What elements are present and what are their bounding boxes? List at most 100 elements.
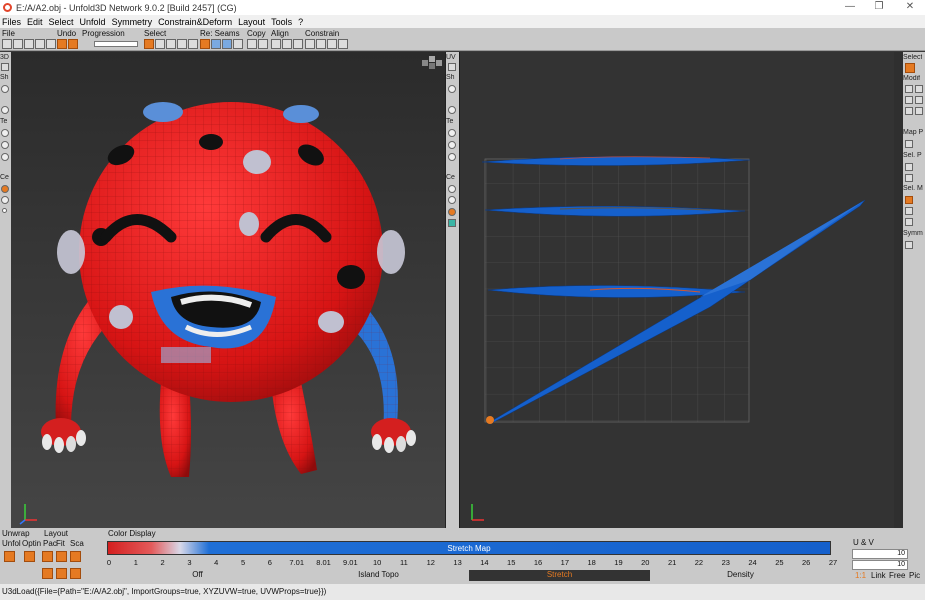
app-logo-icon: [3, 3, 12, 12]
sel-mode-edge-icon[interactable]: [905, 207, 913, 215]
align-center-icon[interactable]: [282, 39, 292, 49]
menu-symmetry[interactable]: Symmetry: [112, 17, 153, 27]
scale-options-button[interactable]: [70, 568, 81, 579]
mode-density[interactable]: Density: [650, 570, 831, 581]
uv-texture-grid-icon[interactable]: [448, 153, 456, 161]
pin-icon[interactable]: [305, 39, 315, 49]
scale-button[interactable]: [70, 551, 81, 562]
ratio-label[interactable]: 1:1: [855, 571, 866, 580]
menu-files[interactable]: Files: [2, 17, 21, 27]
constrain-axis-icon[interactable]: [327, 39, 337, 49]
fit-button[interactable]: [56, 551, 67, 562]
stretch-tick-label: 3: [187, 558, 192, 567]
select-cancel-icon[interactable]: [144, 39, 154, 49]
select-arrow-icon[interactable]: [905, 63, 915, 73]
select-invert-icon[interactable]: [166, 39, 176, 49]
toolbar-group-file: File: [2, 29, 15, 38]
mode-stretch[interactable]: Stretch: [469, 570, 650, 581]
optimize-button[interactable]: [24, 551, 35, 562]
uv-color-icon[interactable]: [448, 219, 456, 227]
texture-grid-icon[interactable]: [1, 153, 9, 161]
uv-texture-sphere-icon[interactable]: [448, 129, 456, 137]
weld-seams-icon[interactable]: [211, 39, 221, 49]
symmetry-icon[interactable]: [905, 241, 913, 249]
sel-mode-vertex-icon[interactable]: [905, 218, 913, 226]
sel-mode-icon[interactable]: [905, 196, 913, 204]
redo-icon[interactable]: [68, 39, 78, 49]
uv-view-reset-icon[interactable]: [448, 63, 456, 71]
center-frame-icon[interactable]: [1, 196, 9, 204]
select-all-icon[interactable]: [155, 39, 165, 49]
relax-icon[interactable]: [915, 107, 923, 115]
sel-poly-grow-icon[interactable]: [905, 174, 913, 182]
viewport-3d[interactable]: [11, 52, 446, 528]
texture-checker-icon[interactable]: [1, 141, 9, 149]
view-reset-icon[interactable]: [1, 63, 9, 71]
copy-icon[interactable]: [247, 39, 257, 49]
straighten-icon[interactable]: [905, 107, 913, 115]
menu-unfold[interactable]: Unfold: [80, 17, 106, 27]
open-file-icon[interactable]: [2, 39, 12, 49]
uv-center-icon[interactable]: [448, 185, 456, 193]
sel-poly-icon[interactable]: [905, 163, 913, 171]
menu-select[interactable]: Select: [49, 17, 74, 27]
save-as-icon[interactable]: [24, 39, 34, 49]
select-grow-icon[interactable]: [177, 39, 187, 49]
viewport-uv[interactable]: [459, 52, 894, 528]
label-uv-texture: Te: [446, 118, 454, 125]
shading-wire-icon[interactable]: [1, 106, 9, 114]
menu-tools[interactable]: Tools: [271, 17, 292, 27]
v-value-field[interactable]: 10: [852, 560, 908, 570]
scale-icon[interactable]: [905, 96, 913, 104]
unfold-button[interactable]: [4, 551, 15, 562]
unpin-icon[interactable]: [316, 39, 326, 49]
constrain-edge-icon[interactable]: [338, 39, 348, 49]
shading-sphere-icon[interactable]: [1, 85, 9, 93]
menu-help[interactable]: ?: [298, 17, 303, 27]
paste-icon[interactable]: [258, 39, 268, 49]
mode-off[interactable]: Off: [107, 570, 288, 581]
restore-icon[interactable]: ❐: [864, 0, 894, 15]
layout-tab[interactable]: Layout: [44, 529, 68, 538]
unwrap-tab[interactable]: Unwrap: [2, 529, 30, 538]
pack-button[interactable]: [42, 551, 53, 562]
align-right-icon[interactable]: [293, 39, 303, 49]
stretch-tick-label: 6: [267, 558, 272, 567]
align-left-icon[interactable]: [271, 39, 281, 49]
map-planar-icon[interactable]: [905, 140, 913, 148]
uv-texture-checker-icon[interactable]: [448, 141, 456, 149]
pic-button[interactable]: Pic: [909, 571, 920, 580]
u-value-field[interactable]: 10: [852, 549, 908, 559]
uv-center-frame-icon[interactable]: [448, 196, 456, 204]
save-icon[interactable]: [13, 39, 23, 49]
uv-shading-wire-icon[interactable]: [448, 106, 456, 114]
color-display-tab[interactable]: Color Display: [108, 529, 156, 538]
link-button[interactable]: Link: [871, 571, 886, 580]
mode-island-topo[interactable]: Island Topo: [288, 570, 469, 581]
stretch-tick-label: 24: [748, 558, 757, 567]
cut-seams-icon[interactable]: [200, 39, 210, 49]
menu-layout[interactable]: Layout: [238, 17, 265, 27]
texture-sphere-icon[interactable]: [1, 129, 9, 137]
toolbar-group-copy: Copy: [247, 29, 266, 38]
pack-options-button[interactable]: [42, 568, 53, 579]
flip-icon[interactable]: [915, 96, 923, 104]
menu-constrain-deform[interactable]: Constrain&Deform: [158, 17, 232, 27]
center-dot-icon[interactable]: [2, 208, 7, 213]
select-shrink-icon[interactable]: [188, 39, 198, 49]
uv-shading-sphere-icon[interactable]: [448, 85, 456, 93]
export-icon[interactable]: [46, 39, 56, 49]
free-button[interactable]: Free: [889, 571, 905, 580]
center-pivot-icon[interactable]: [1, 185, 9, 193]
uv-center-pivot-icon[interactable]: [448, 208, 456, 216]
seam-tool-icon[interactable]: [233, 39, 243, 49]
fit-options-button[interactable]: [56, 568, 67, 579]
rotate-icon[interactable]: [915, 85, 923, 93]
auto-seams-icon[interactable]: [222, 39, 232, 49]
import-icon[interactable]: [35, 39, 45, 49]
menu-edit[interactable]: Edit: [27, 17, 43, 27]
move-icon[interactable]: [905, 85, 913, 93]
undo-icon[interactable]: [57, 39, 67, 49]
close-icon[interactable]: ✕: [895, 0, 925, 15]
minimize-icon[interactable]: —: [835, 0, 865, 15]
